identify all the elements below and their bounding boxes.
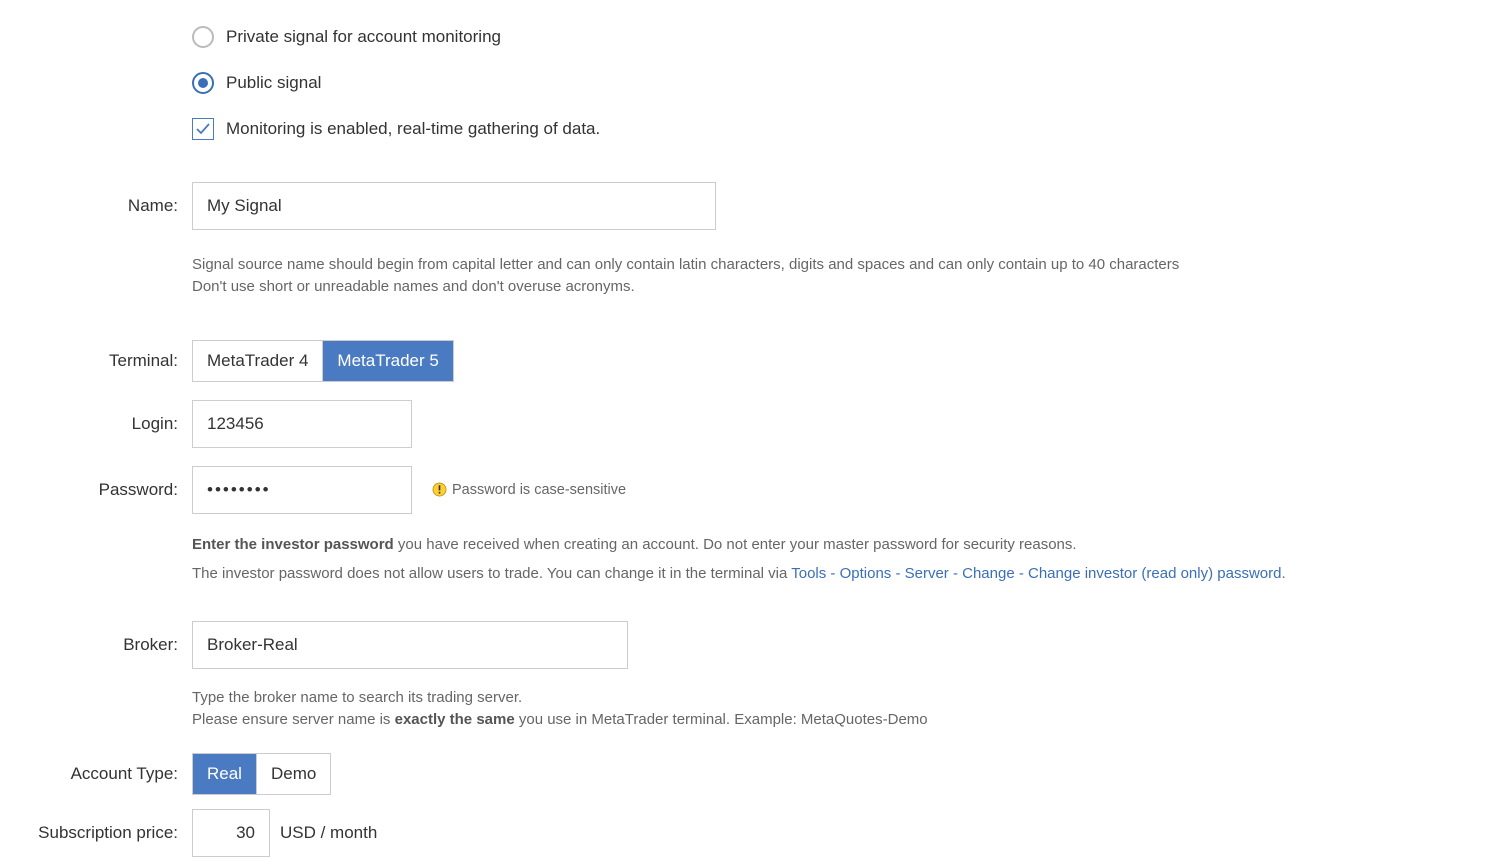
broker-help: Type the broker name to search its tradi… [192,687,928,731]
login-input[interactable] [192,400,412,448]
account-type-demo-button[interactable]: Demo [256,754,330,794]
terminal-mt5-button[interactable]: MetaTrader 5 [322,341,452,381]
private-signal-label: Private signal for account monitoring [226,27,501,47]
name-input[interactable] [192,182,716,230]
terminal-mt4-button[interactable]: MetaTrader 4 [193,341,322,381]
check-icon [195,121,211,137]
warning-icon [432,482,447,497]
public-signal-label: Public signal [226,73,321,93]
monitoring-checkbox[interactable] [192,118,214,140]
terminal-label: Terminal: [0,340,192,382]
subscription-price-input[interactable] [192,809,270,857]
subscription-price-label: Subscription price: [0,809,192,857]
change-investor-password-link[interactable]: Tools - Options - Server - Change - Chan… [791,565,1281,582]
broker-input[interactable] [192,621,628,669]
public-signal-radio[interactable] [192,72,214,94]
private-signal-radio[interactable] [192,26,214,48]
password-help-1: Enter the investor password you have rec… [192,534,1077,556]
broker-label: Broker: [0,621,192,669]
account-type-label: Account Type: [0,753,192,795]
name-help: Signal source name should begin from cap… [192,254,1179,298]
terminal-toggle: MetaTrader 4 MetaTrader 5 [192,340,454,382]
login-label: Login: [0,400,192,448]
password-note: Password is case-sensitive [432,482,626,498]
account-type-toggle: Real Demo [192,753,331,795]
subscription-price-suffix: USD / month [280,823,377,843]
account-type-real-button[interactable]: Real [193,754,256,794]
monitoring-label: Monitoring is enabled, real-time gatheri… [226,119,600,139]
name-label: Name: [0,182,192,230]
password-label: Password: [0,466,192,514]
password-input[interactable] [192,466,412,514]
password-help-2: The investor password does not allow use… [192,563,1286,585]
